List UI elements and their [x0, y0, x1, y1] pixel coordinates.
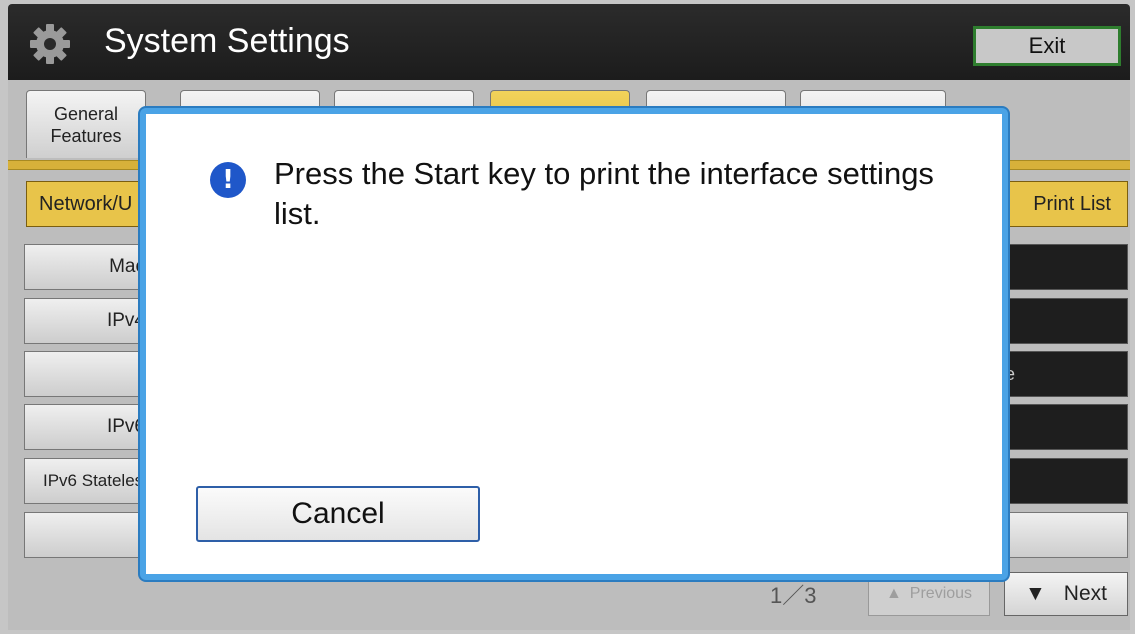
previous-label: Previous [909, 585, 973, 602]
gear-icon [30, 24, 70, 64]
header-bar: System Settings Exit [8, 4, 1130, 80]
exit-button[interactable]: Exit [973, 26, 1121, 66]
setting-row-right[interactable] [990, 458, 1128, 504]
exclamation-icon: ! [210, 162, 246, 198]
setting-row-right[interactable] [990, 298, 1128, 344]
tab-general-features[interactable]: General Features [26, 90, 146, 158]
setting-row-right[interactable] [990, 244, 1128, 290]
next-button[interactable]: ▼ Next [1004, 572, 1128, 616]
triangle-down-icon: ▼ [1025, 582, 1046, 605]
next-label: Next [1063, 582, 1107, 605]
setting-row-right[interactable]: e [990, 351, 1128, 397]
triangle-up-icon: ▲ [885, 585, 902, 602]
page-indicator: 1／3 [770, 583, 817, 608]
print-list-button[interactable]: Print List [990, 181, 1128, 227]
confirm-dialog: ! Press the Start key to print the inter… [140, 108, 1008, 580]
dialog-message: Press the Start key to print the interfa… [274, 156, 934, 231]
cancel-button[interactable]: Cancel [196, 486, 480, 542]
setting-row-right[interactable] [990, 404, 1128, 450]
page-title: System Settings [104, 22, 350, 60]
setting-row-right[interactable] [990, 512, 1128, 558]
screen: System Settings Exit General Features Tr… [0, 0, 1135, 634]
